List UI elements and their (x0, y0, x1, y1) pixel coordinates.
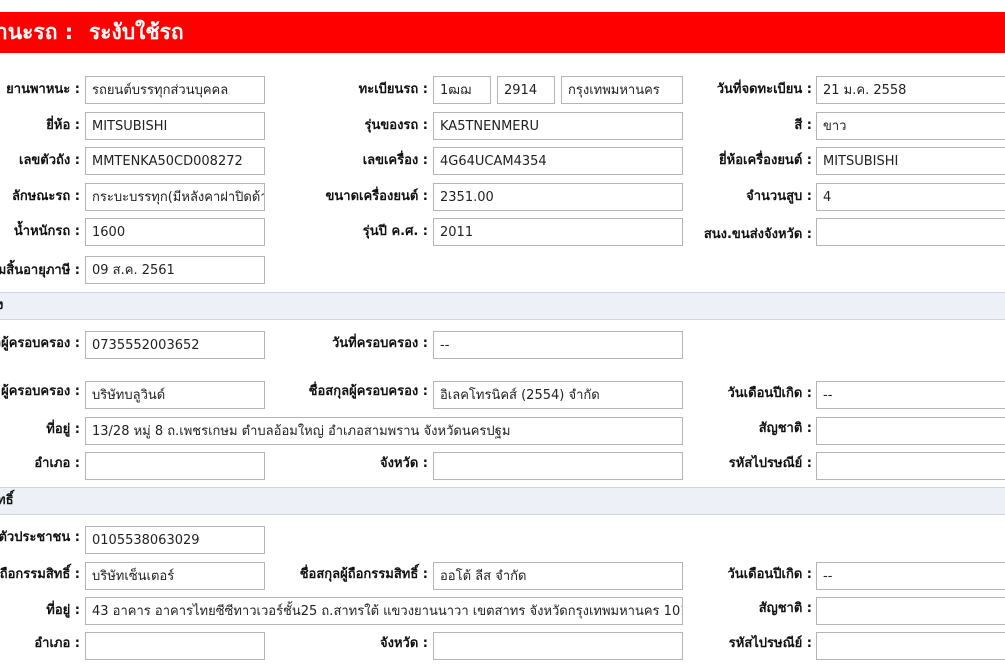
brand-field[interactable]: MITSUBISHI (85, 112, 265, 140)
color-label: สี : (794, 118, 812, 133)
model-year-label: รุ่นปี ค.ศ. : (362, 224, 428, 239)
owner-name-label: ถือกรรมสิทธิ์ : (0, 567, 80, 582)
engine-brand-field[interactable]: MITSUBISHI (816, 147, 1005, 175)
vehicle-type-label: ยานพาหนะ : (6, 82, 80, 97)
engine-size-label: ขนาดเครื่องยนต์ : (325, 189, 428, 204)
owner-province-field[interactable] (433, 632, 683, 660)
reg-date-label: วันที่จดทะเบียน : (716, 82, 812, 97)
chassis-label: เลขตัวถัง : (19, 153, 80, 168)
owner-province-label: จังหวัด : (379, 636, 428, 651)
possessor-birth-field[interactable]: -- (816, 381, 1005, 409)
vehicle-type-field[interactable]: รถยนต์บรรทุกส่วนบุคคล (85, 76, 265, 104)
possessor-surname-field[interactable]: อิเลคโทรนิคส์ (2554) จำกัด (433, 381, 683, 409)
weight-label: น้ำหนักรถ : (13, 224, 80, 239)
cylinders-field[interactable]: 4 (816, 183, 1005, 211)
reg-date-field[interactable]: 21 ม.ค. 2558 (816, 76, 1005, 104)
possessor-birth-label: วันเดือนปีเกิด : (727, 386, 813, 401)
possessor-address-label: ที่อยู่ : (46, 422, 80, 437)
model-field[interactable]: KA5TNENMERU (433, 112, 683, 140)
owner-postcode-label: รหัสไปรษณีย์ : (728, 636, 812, 651)
owner-nationality-label: สัญชาติ : (758, 601, 812, 616)
possessor-district-field[interactable] (85, 452, 265, 480)
possession-date-label: วันที่ครอบครอง : (331, 336, 428, 351)
owner-surname-label: ชื่อสกุลผู้ถือกรรมสิทธิ์ : (299, 567, 428, 582)
owner-address-field[interactable]: 43 อาคาร อาคารไทยซีซีทาวเวอร์ชั้น25 ถ.สา… (85, 597, 683, 625)
chassis-field[interactable]: MMTENKA50CD008272 (85, 147, 265, 175)
transport-office-label: สนง.ขนส่งจังหวัด : (703, 227, 812, 242)
engine-number-label: เลขเครื่อง : (362, 153, 428, 168)
owner-section-header: ทธิ์ (0, 487, 1005, 515)
plate-number-field[interactable]: 2914 (497, 76, 555, 104)
owner-id-field[interactable]: 0105538063029 (85, 526, 265, 554)
engine-size-field[interactable]: 2351.00 (433, 183, 683, 211)
page-title: านะรถ : ระงับใช้รถ (0, 12, 1005, 53)
plate-label: ทะเบียนรถ : (358, 82, 428, 97)
possessor-surname-label: ชื่อสกุลผู้ครอบครอง : (308, 384, 428, 399)
owner-birth-label: วันเดือนปีเกิด : (727, 567, 813, 582)
possessor-name-field[interactable]: บริษัทบลูวินด์ (85, 381, 265, 409)
owner-district-label: อำเภอ : (34, 636, 80, 651)
color-field[interactable]: ขาว (816, 112, 1005, 140)
owner-postcode-field[interactable] (816, 632, 1005, 660)
owner-section-title: ทธิ์ (0, 493, 14, 508)
possessor-id-field[interactable]: 0735552003652 (85, 331, 265, 359)
possessor-section-header: ง (0, 292, 1005, 320)
cylinders-label: จำนวนสูบ : (746, 189, 812, 204)
vehicle-style-field[interactable]: กระบะบรรทุก(มีหลังคาฝาปิดด้า (85, 183, 265, 211)
tax-expiry-label: มสิ้นอายุภาษี : (0, 263, 80, 278)
possessor-district-label: อำเภอ : (34, 456, 80, 471)
possessor-nationality-field[interactable] (816, 417, 1005, 445)
transport-office-field[interactable] (816, 218, 1005, 246)
weight-field[interactable]: 1600 (85, 218, 265, 246)
engine-brand-label: ยี่ห้อเครื่องยนต์ : (719, 153, 812, 168)
title-prefix: านะรถ : (0, 20, 74, 44)
possessor-nationality-label: สัญชาติ : (758, 421, 812, 436)
possessor-province-label: จังหวัด : (379, 456, 428, 471)
possessor-postcode-field[interactable] (816, 452, 1005, 480)
brand-label: ยี่ห้อ : (46, 118, 80, 133)
owner-birth-field[interactable]: -- (816, 562, 1005, 590)
possessor-section-title: ง (0, 293, 3, 319)
possessor-name-label: ผู้ครอบครอง : (1, 384, 80, 399)
possessor-address-field[interactable]: 13/28 หมู่ 8 ถ.เพชรเกษม ตำบลอ้อมใหญ่ อำเ… (85, 417, 683, 445)
owner-id-label: ตัวประชาชน : (0, 530, 80, 545)
title-status: ระงับใช้รถ (89, 20, 184, 44)
tax-expiry-field[interactable]: 09 ส.ค. 2561 (85, 256, 265, 284)
possession-date-field[interactable]: -- (433, 331, 683, 359)
vehicle-style-label: ลักษณะรถ : (11, 189, 80, 204)
possessor-province-field[interactable] (433, 452, 683, 480)
model-year-field[interactable]: 2011 (433, 218, 683, 246)
owner-surname-field[interactable]: ออโต้ ลีส จำกัด (433, 562, 683, 590)
owner-district-field[interactable] (85, 632, 265, 660)
engine-number-field[interactable]: 4G64UCAM4354 (433, 147, 683, 175)
possessor-postcode-label: รหัสไปรษณีย์ : (728, 456, 812, 471)
possessor-id-label: วผู้ครอบครอง : (0, 336, 80, 351)
model-label: รุ่นของรถ : (364, 118, 429, 133)
owner-name-field[interactable]: บริษัทเซ็นเตอร์ (85, 562, 265, 590)
owner-nationality-field[interactable] (816, 597, 1005, 625)
plate-province-field[interactable]: กรุงเทพมหานคร (561, 76, 683, 104)
plate-prefix-field[interactable]: 1ฒฌ (433, 76, 491, 104)
owner-address-label: ที่อยู่ : (46, 603, 80, 618)
